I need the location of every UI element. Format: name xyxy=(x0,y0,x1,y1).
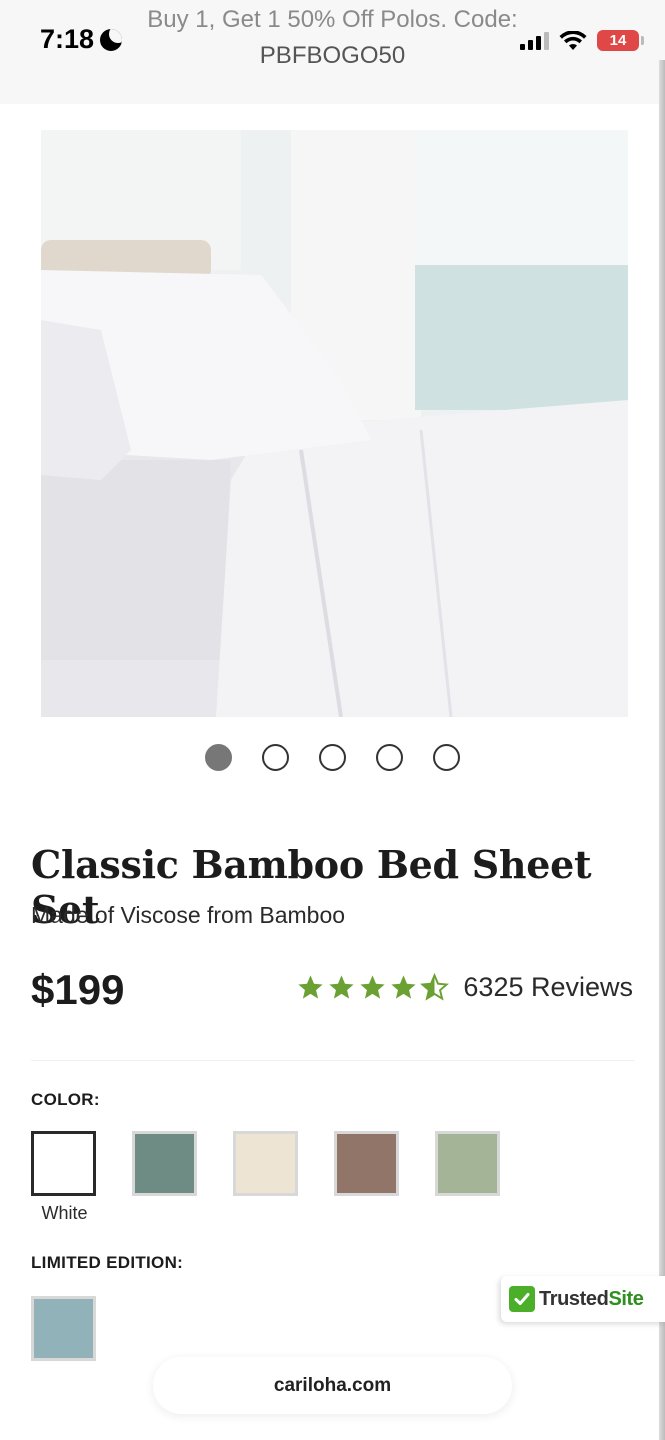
promo-line-1: Buy 1, Get 1 50% Off Polos. Code: xyxy=(147,6,518,33)
trusted-text: Trusted xyxy=(539,1287,609,1310)
star-rating xyxy=(296,973,450,1002)
promo-banner[interactable]: Buy 1, Get 1 50% Off Polos. Code: PBFBOG… xyxy=(110,2,555,74)
carousel-dots xyxy=(0,744,665,771)
rating[interactable]: 6325 Reviews xyxy=(296,972,633,1003)
bed-sheet-photo xyxy=(41,130,628,717)
star-icon xyxy=(391,975,416,999)
swatch-fill xyxy=(337,1134,396,1193)
battery-icon: 14 xyxy=(597,30,644,51)
wifi-icon xyxy=(559,30,587,50)
swatch-fill xyxy=(135,1134,194,1193)
swatch-white[interactable] xyxy=(31,1131,96,1196)
divider xyxy=(31,1060,634,1061)
star-icon xyxy=(298,975,323,999)
swatch-clay[interactable] xyxy=(334,1131,399,1196)
carousel-dot[interactable] xyxy=(205,744,232,771)
swatch-light-green[interactable] xyxy=(435,1131,500,1196)
carousel-dot[interactable] xyxy=(433,744,460,771)
time-text: 7:18 xyxy=(40,24,95,54)
battery-level: 14 xyxy=(609,32,627,49)
carousel-dot[interactable] xyxy=(319,744,346,771)
cellular-signal-icon xyxy=(520,31,549,50)
product-price: $199 xyxy=(31,966,125,1013)
star-icon xyxy=(360,975,385,999)
promo-code: PBFBOGO50 xyxy=(259,42,406,69)
swatch-fill xyxy=(438,1134,497,1193)
trusted-site-text: TrustedSite xyxy=(539,1288,644,1311)
color-label: COLOR: xyxy=(31,1090,100,1109)
product-subtitle: Made of Viscose from Bamboo xyxy=(31,902,346,928)
swatch-fill xyxy=(34,1134,93,1193)
trusted-site-badge[interactable]: TrustedSite xyxy=(501,1276,665,1322)
swatch-sea-blue[interactable] xyxy=(31,1296,96,1361)
swatch-fill xyxy=(236,1134,295,1193)
status-bar: 7:18 Buy 1, Get 1 50% Off Polos. Code: P… xyxy=(0,0,665,104)
half-star-icon xyxy=(420,973,450,1001)
check-icon xyxy=(509,1286,535,1312)
status-icons: 14 xyxy=(520,30,644,51)
star-icon xyxy=(329,975,354,999)
limited-edition-label: LIMITED EDITION: xyxy=(31,1253,184,1272)
product-image[interactable] xyxy=(41,130,628,717)
carousel-dot[interactable] xyxy=(262,744,289,771)
site-text: Site xyxy=(608,1287,644,1310)
selected-color-name: White xyxy=(41,1203,88,1223)
swatch-fill xyxy=(34,1299,93,1358)
swatch-sage-green[interactable] xyxy=(132,1131,197,1196)
address-bar[interactable]: cariloha.com xyxy=(153,1357,512,1414)
reviews-link[interactable]: 6325 Reviews xyxy=(463,972,633,1003)
limited-edition-swatches xyxy=(31,1296,96,1361)
swatch-ivory[interactable] xyxy=(233,1131,298,1196)
url-text: cariloha.com xyxy=(273,1374,392,1396)
carousel-dot[interactable] xyxy=(376,744,403,771)
color-swatches xyxy=(31,1131,500,1196)
